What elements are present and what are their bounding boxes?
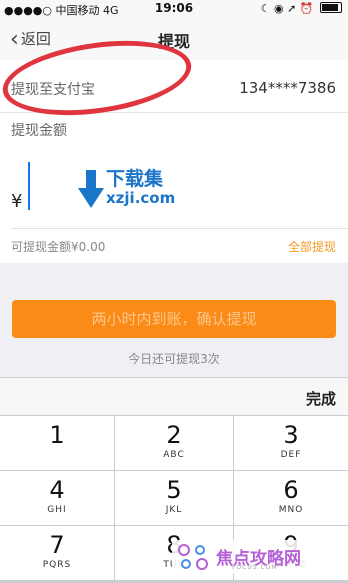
watermark-domain: xzji.com — [106, 189, 176, 207]
amount-input-cursor[interactable] — [28, 162, 30, 210]
page-title: 提现 — [157, 32, 190, 51]
currency-symbol: ¥ — [11, 191, 23, 212]
keyboard-toolbar: 完成 — [0, 377, 348, 416]
navigation-bar: ‹ 返回 提现 — [0, 18, 348, 61]
status-bar: ●●●●○ 中国移动 4G 19:06 ☾ ◉ ➚ ⏰ — [0, 0, 348, 18]
key-2[interactable]: 2 ABC — [115, 416, 233, 470]
numeric-keypad: 1 2 ABC 3 DEF 4 GHI 5 JKL 6 MNO 7 PQRS 8… — [0, 415, 348, 583]
alipay-account-row[interactable]: 提现至支付宝 134****7386 — [0, 30, 348, 126]
key-7[interactable]: 7 PQRS — [0, 526, 114, 580]
done-button[interactable]: 完成 — [306, 388, 336, 409]
key-9[interactable]: 9 WXYZ — [234, 526, 348, 580]
key-digit: 1 — [49, 421, 65, 449]
key-4[interactable]: 4 GHI — [0, 471, 114, 525]
watermark-title: 下载集 — [106, 168, 164, 190]
alipay-account: 134****7386 — [239, 79, 336, 97]
key-letters: MNO — [278, 505, 304, 515]
key-8[interactable]: 8 TUV — [115, 526, 233, 580]
key-digit: 4 — [49, 476, 65, 504]
key-digit: 5 — [166, 476, 182, 504]
key-digit: 8 — [166, 531, 182, 559]
key-6[interactable]: 6 MNO — [234, 471, 348, 525]
download-arrow-icon — [78, 170, 104, 208]
key-digit: 7 — [49, 531, 65, 559]
available-balance: 可提现金额¥0.00 — [11, 240, 106, 254]
key-letters: DEF — [280, 450, 302, 460]
key-digit: 3 — [283, 421, 299, 449]
status-icon-set: ☾ ◉ ➚ ⏰ — [260, 2, 314, 15]
key-digit: 6 — [283, 476, 299, 504]
key-letters: ABC — [163, 450, 185, 460]
key-letters: WXYZ — [275, 560, 307, 570]
status-icons: ☾ ◉ ➚ ⏰ — [261, 2, 342, 15]
key-digit: 2 — [166, 421, 182, 449]
divider — [11, 228, 348, 229]
key-digit: 9 — [283, 531, 299, 559]
key-5[interactable]: 5 JKL — [115, 471, 233, 525]
key-letters: GHI — [47, 505, 67, 515]
key-3[interactable]: 3 DEF — [234, 416, 348, 470]
key-letters: TUV — [163, 560, 185, 570]
battery-icon — [320, 2, 342, 13]
key-letters: JKL — [165, 505, 183, 515]
alipay-label: 提现至支付宝 — [11, 82, 95, 98]
remaining-count-text: 今日还可提现3次 — [128, 352, 220, 366]
withdraw-all-link[interactable]: 全部提现 — [288, 238, 336, 255]
confirm-withdraw-button[interactable]: 两小时内到账，确认提现 — [12, 300, 336, 338]
watermark-xzji: 下载集 xzji.com — [78, 166, 198, 214]
withdraw-form: 提现至支付宝 134****7386 提现金额 ¥ 下载集 xzji.com 可… — [0, 30, 348, 263]
key-letters: PQRS — [42, 560, 72, 570]
key-1[interactable]: 1 — [0, 416, 114, 470]
amount-label: 提现金额 — [11, 123, 67, 139]
